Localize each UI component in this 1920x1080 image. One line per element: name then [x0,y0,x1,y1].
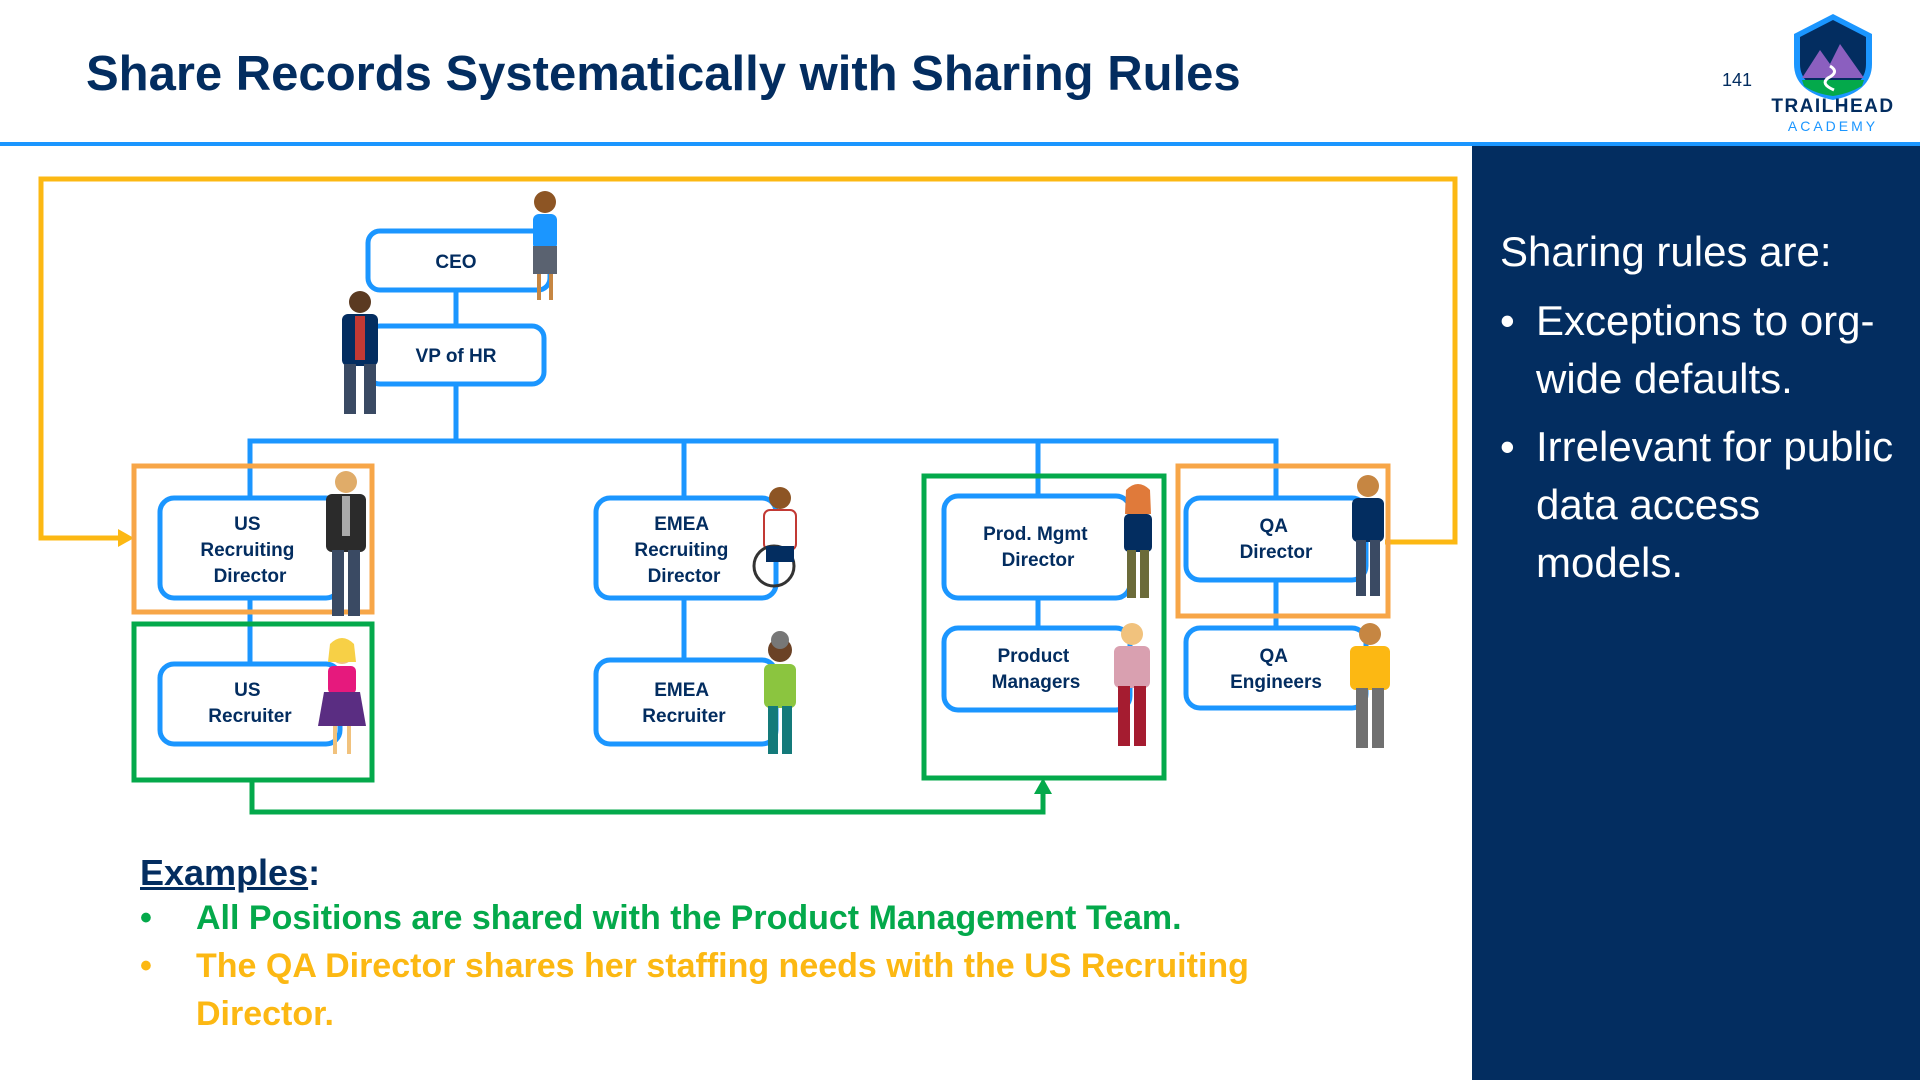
bullet-icon: • [1500,423,1515,470]
node-label-line: Director [648,566,721,587]
bullet-icon: • [1500,297,1515,344]
node-label-line: VP of HR [416,346,497,367]
side-bullet-item: • Irrelevant for public data access model… [1500,418,1910,592]
node-label-line: EMEA [654,514,709,535]
node-label-line: US [234,680,260,701]
side-panel: Sharing rules are: • Exceptions to org-wi… [1472,146,1920,1080]
side-panel-heading: Sharing rules are: [1500,228,1832,275]
node-label-line: Recruiter [642,706,726,727]
node-qa-engineers: QA Engineers [1183,625,1369,711]
node-label-line: QA [1259,516,1288,537]
node-vp-of-hr: VP of HR [365,323,547,387]
node-emea-recruiting-director: EMEA Recruiting Director [593,495,779,601]
node-us-recruiter: US Recruiter [157,661,343,747]
node-prod-mgmt-director: Prod. Mgmt Director [941,493,1133,601]
yellow-sharing-path [38,176,1458,545]
examples-heading: Examples: [140,852,1420,894]
prod-mgmt-director-person-icon [1124,484,1152,598]
node-label-line: Director [214,566,287,587]
bullet-icon: • [140,899,152,937]
example-item-green: • All Positions are shared with the Produ… [140,894,1420,942]
node-label-line: Prod. Mgmt [983,524,1088,545]
svg-text:CEO: CEO [435,252,476,273]
slide-title: Share Records Systematically with Sharin… [86,47,1241,101]
node-label-line: US [234,514,260,535]
example-item-yellow: • The QA Director shares her staffing nee… [140,942,1366,1038]
node-label-line: Managers [992,672,1081,693]
qa-director-person-icon [1352,475,1384,596]
node-label-line: Director [1002,550,1075,571]
svg-text:VP of HR: VP of HR [416,346,497,367]
node-label-line: EMEA [654,680,709,701]
node-label-line: Recruiting [634,540,728,561]
examples-heading-colon: : [308,852,321,893]
node-label-line: Recruiting [200,540,294,561]
example-text: All Positions are shared with the Produc… [196,899,1182,937]
logo-text: TRAILHEAD [1771,96,1895,117]
node-label-line: Director [1240,542,1313,563]
org-chart: CEO VP of HR US Recruiting Director US R… [38,176,1458,815]
side-bullet-text: Irrelevant for public data access models… [1536,423,1894,586]
node-label-line: CEO [435,252,476,273]
node-label-line: Product [997,646,1069,667]
example-text: The QA Director shares her staffing need… [196,947,1249,1033]
us-recruiting-director-person-icon [326,471,366,616]
node-emea-recruiter: EMEA Recruiter [593,657,779,747]
node-product-managers: Product Managers [941,625,1133,713]
side-bullet-item: • Exceptions to org-wide defaults. [1500,292,1910,408]
vp-hr-person-icon [342,291,378,414]
slide-number: 141 [1722,70,1753,90]
emea-recruiter-person-icon [764,631,796,754]
node-us-recruiting-director: US Recruiting Director [157,495,343,601]
examples-heading-text: Examples [140,852,309,893]
side-bullet-text: Exceptions to org-wide defaults. [1536,297,1875,402]
logo-subtext: ACADEMY [1787,118,1879,134]
green-sharing-path [249,780,1046,815]
node-label-line: QA [1259,646,1288,667]
node-label-line: Engineers [1230,672,1322,693]
bullet-icon: • [140,947,152,985]
node-qa-director: QA Director [1183,495,1369,583]
examples-section: Examples: • All Positions are shared with… [140,852,1420,1038]
node-ceo: CEO [365,228,553,293]
node-label-line: Recruiter [208,706,292,727]
side-panel-bullets: • Exceptions to org-wide defaults. • Irrel… [1500,292,1910,602]
